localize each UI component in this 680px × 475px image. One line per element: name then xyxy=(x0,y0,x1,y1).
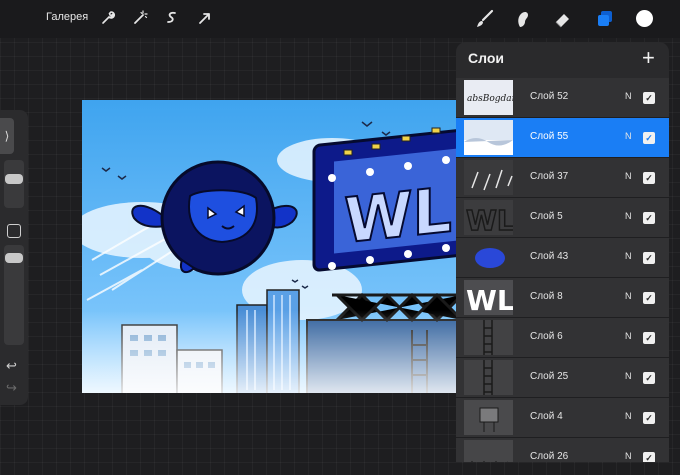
wrench-icon[interactable] xyxy=(98,9,116,27)
left-sidebar: ⟩ ↩ ↪ xyxy=(0,110,28,405)
artwork-illustration: WL xyxy=(82,100,478,393)
magic-wand-icon[interactable] xyxy=(131,9,149,27)
layer-thumbnail[interactable] xyxy=(464,360,513,395)
smudge-icon[interactable] xyxy=(512,8,534,30)
layers-panel-title: Слои xyxy=(468,50,504,66)
layer-name: Слой 26 xyxy=(530,451,569,462)
layer-name: Слой 55 xyxy=(530,131,569,142)
svg-text:WL: WL xyxy=(466,284,513,315)
add-layer-button[interactable]: + xyxy=(642,45,655,71)
redo-icon[interactable]: ↪ xyxy=(6,380,17,396)
brush-size-slider[interactable] xyxy=(4,160,24,208)
blend-mode-button[interactable]: N xyxy=(625,211,632,221)
brush-icon[interactable] xyxy=(474,8,496,30)
blend-mode-button[interactable]: N xyxy=(625,171,632,181)
layer-row[interactable]: Слой 25 N ✓ xyxy=(456,358,669,398)
layer-name: Слой 5 xyxy=(530,211,563,222)
selection-icon[interactable] xyxy=(163,9,181,27)
layer-row[interactable]: Слой 4 N ✓ xyxy=(456,398,669,438)
blend-mode-button[interactable]: N xyxy=(625,411,632,421)
layer-thumbnail[interactable] xyxy=(464,120,513,155)
opacity-slider[interactable] xyxy=(4,245,24,345)
gallery-button[interactable]: Галерея xyxy=(46,11,88,23)
layer-row[interactable]: Слой 6 N ✓ xyxy=(456,318,669,358)
billboard-text: WL xyxy=(344,173,452,257)
top-toolbar: Галерея xyxy=(0,0,680,38)
layer-name: Слой 4 xyxy=(530,411,563,422)
transform-arrow-icon[interactable] xyxy=(196,9,214,27)
blend-mode-button[interactable]: N xyxy=(625,91,632,101)
layer-visibility-checkbox[interactable]: ✓ xyxy=(643,92,655,104)
svg-text:WL: WL xyxy=(466,204,513,235)
blend-mode-button[interactable]: N xyxy=(625,131,632,141)
layer-visibility-checkbox[interactable]: ✓ xyxy=(643,172,655,184)
layer-visibility-checkbox[interactable]: ✓ xyxy=(643,212,655,224)
layer-thumbnail[interactable]: absBogdan xyxy=(464,80,513,115)
layer-thumbnail[interactable] xyxy=(464,400,513,435)
layer-visibility-checkbox[interactable]: ✓ xyxy=(643,292,655,304)
opacity-handle[interactable] xyxy=(5,253,23,263)
layer-thumbnail[interactable] xyxy=(464,320,513,355)
layer-visibility-checkbox[interactable]: ✓ xyxy=(643,452,655,462)
layer-name: Слой 52 xyxy=(530,91,569,102)
layer-thumbnail[interactable] xyxy=(464,440,513,462)
layer-name: Слой 43 xyxy=(530,251,569,262)
layer-row[interactable]: WL Слой 5 N ✓ xyxy=(456,198,669,238)
layers-panel: Слои + absBogdan Слой 52 N ✓ Слой 55 N ✓ Слой 3… xyxy=(456,42,669,462)
brush-size-handle[interactable] xyxy=(5,174,23,184)
layer-name: Слой 25 xyxy=(530,371,569,382)
layer-thumbnail[interactable] xyxy=(464,160,513,195)
blend-mode-button[interactable]: N xyxy=(625,291,632,301)
layer-row[interactable]: Слой 43 N ✓ xyxy=(456,238,669,278)
blend-mode-button[interactable]: N xyxy=(625,251,632,261)
layer-row[interactable]: Слой 55 N ✓ xyxy=(456,118,669,158)
layer-thumbnail[interactable]: WL xyxy=(464,280,513,315)
blend-mode-button[interactable]: N xyxy=(625,331,632,341)
eraser-icon[interactable] xyxy=(552,8,574,30)
layer-name: Слой 37 xyxy=(530,171,569,182)
layer-visibility-checkbox[interactable]: ✓ xyxy=(643,252,655,264)
layer-row[interactable]: Слой 26 N ✓ xyxy=(456,438,669,462)
drawing-canvas[interactable]: WL xyxy=(82,100,478,393)
undo-icon[interactable]: ↩ xyxy=(6,358,17,374)
color-picker-button[interactable] xyxy=(636,10,653,27)
modify-button[interactable] xyxy=(7,224,21,238)
layer-visibility-checkbox[interactable]: ✓ xyxy=(643,372,655,384)
sidebar-expand-button[interactable]: ⟩ xyxy=(0,118,14,154)
blend-mode-button[interactable]: N xyxy=(625,371,632,381)
layer-list: absBogdan Слой 52 N ✓ Слой 55 N ✓ Слой 37 N ✓ WL Сл… xyxy=(456,78,669,462)
layer-row[interactable]: Слой 37 N ✓ xyxy=(456,158,669,198)
blend-mode-button[interactable]: N xyxy=(625,451,632,461)
layer-visibility-checkbox[interactable]: ✓ xyxy=(643,132,655,144)
layer-name: Слой 8 xyxy=(530,291,563,302)
layers-icon[interactable] xyxy=(594,8,616,30)
layer-name: Слой 6 xyxy=(530,331,563,342)
svg-text:absBogdan: absBogdan xyxy=(467,94,513,104)
layer-row[interactable]: WL Слой 8 N ✓ xyxy=(456,278,669,318)
layer-visibility-checkbox[interactable]: ✓ xyxy=(643,412,655,424)
layer-thumbnail[interactable]: WL xyxy=(464,200,513,235)
layer-visibility-checkbox[interactable]: ✓ xyxy=(643,332,655,344)
layer-row[interactable]: absBogdan Слой 52 N ✓ xyxy=(456,78,669,118)
layer-thumbnail[interactable] xyxy=(464,240,513,275)
